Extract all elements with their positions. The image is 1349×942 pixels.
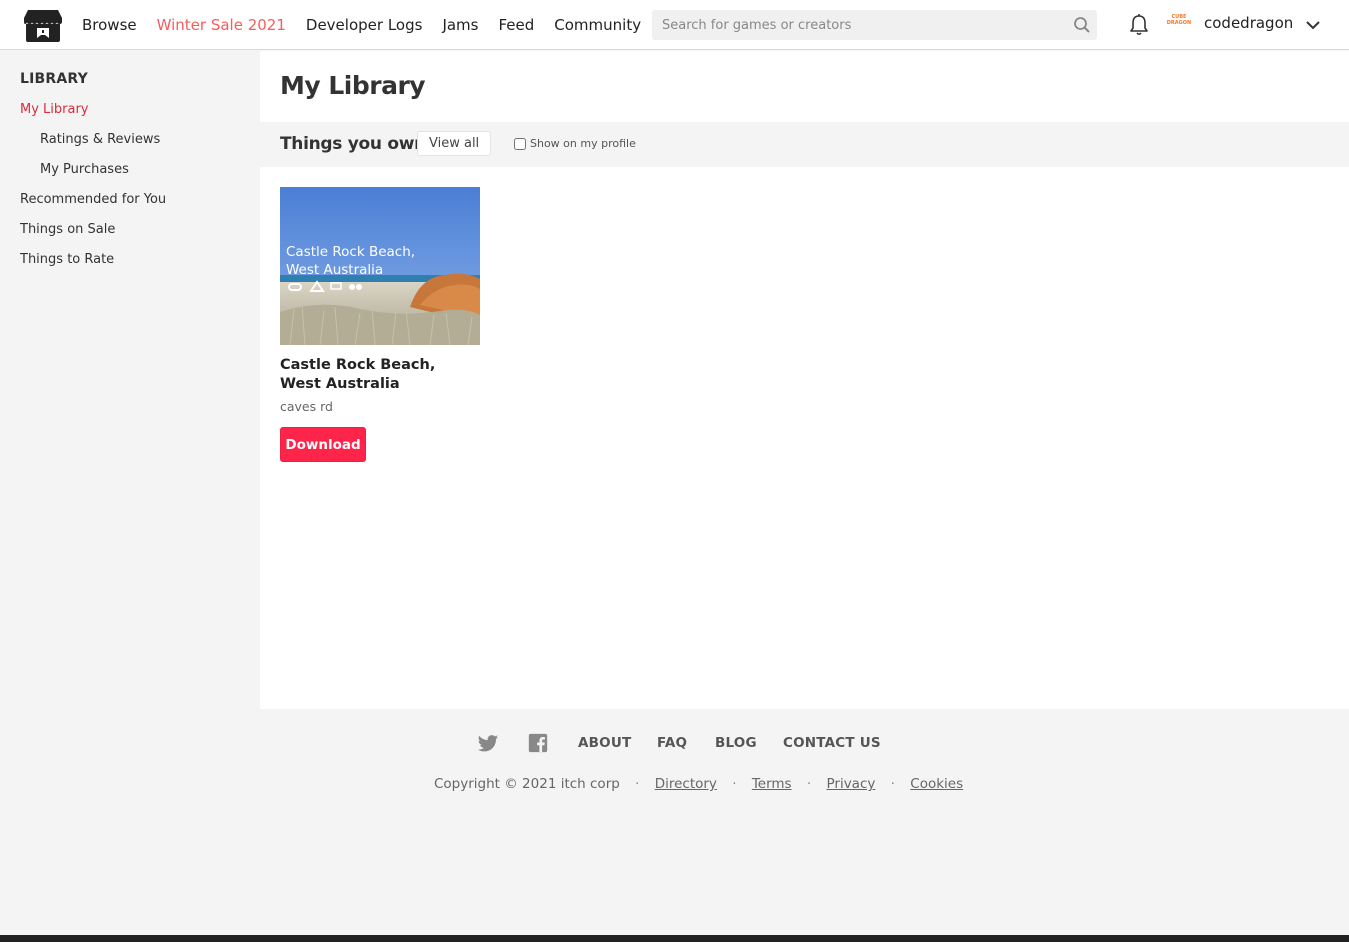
sidebar-item-my-purchases[interactable]: My Purchases (40, 162, 129, 177)
thumbnail-caption-line2: West Australia (286, 262, 384, 278)
footer-copyright-row: Copyright © 2021 itch corp · Directory ·… (434, 776, 963, 792)
facebook-icon[interactable] (527, 732, 549, 754)
search-box (652, 10, 1097, 40)
nav-winter-sale[interactable]: Winter Sale 2021 (157, 16, 286, 34)
main-nav: Browse Winter Sale 2021 Developer Logs J… (82, 0, 661, 50)
search-input[interactable] (652, 10, 1067, 40)
sidebar-item-ratings-reviews[interactable]: Ratings & Reviews (40, 132, 160, 147)
game-title-link[interactable]: Castle Rock Beach, West Australia (280, 356, 480, 394)
main-content: My Library Things you own View all Show … (260, 51, 1349, 709)
footer-cookies-link[interactable]: Cookies (910, 776, 963, 792)
nav-community[interactable]: Community (554, 16, 641, 34)
top-header: Browse Winter Sale 2021 Developer Logs J… (0, 0, 1349, 50)
nav-developer-logs[interactable]: Developer Logs (306, 16, 423, 34)
footer-privacy-link[interactable]: Privacy (826, 776, 875, 792)
download-button[interactable]: Download (280, 427, 366, 462)
username[interactable]: codedragon (1204, 14, 1293, 32)
thumbnail-caption: Castle Rock Beach, West Australia (286, 243, 415, 279)
sidebar-item-recommended[interactable]: Recommended for You (20, 192, 166, 207)
game-thumbnail[interactable]: Castle Rock Beach, West Australia (280, 187, 480, 345)
footer-blog-link[interactable]: BLOG (715, 735, 757, 751)
footer-terms-link[interactable]: Terms (752, 776, 792, 792)
sidebar-item-my-library[interactable]: My Library (20, 102, 89, 117)
nav-browse[interactable]: Browse (82, 16, 137, 34)
itch-logo-icon[interactable] (23, 7, 63, 43)
footer-contact-link[interactable]: CONTACT US (783, 735, 881, 751)
copyright-text: Copyright © 2021 itch corp (434, 776, 620, 792)
show-on-profile-text: Show on my profile (530, 137, 636, 150)
separator-dot: · (890, 776, 895, 792)
footer-about-link[interactable]: ABOUT (578, 735, 631, 751)
show-on-profile-label[interactable]: Show on my profile (514, 137, 636, 150)
section-title: Things you own (280, 134, 426, 154)
nav-feed[interactable]: Feed (498, 16, 534, 34)
separator-dot: · (806, 776, 812, 792)
chevron-down-icon[interactable] (1305, 17, 1321, 33)
search-icon[interactable] (1067, 10, 1097, 40)
twitter-icon[interactable] (477, 732, 499, 754)
sidebar-item-things-to-rate[interactable]: Things to Rate (20, 252, 114, 267)
separator-dot: · (732, 776, 737, 792)
page-title: My Library (280, 71, 426, 100)
view-all-button[interactable]: View all (417, 131, 492, 156)
separator-dot: · (635, 776, 640, 792)
footer-faq-link[interactable]: FAQ (657, 735, 687, 751)
sidebar-heading: LIBRARY (20, 71, 88, 87)
section-header: Things you own View all Show on my profi… (260, 122, 1349, 167)
notifications-bell-icon[interactable] (1128, 13, 1150, 37)
sidebar-item-things-on-sale[interactable]: Things on Sale (20, 222, 115, 237)
nav-jams[interactable]: Jams (442, 16, 478, 34)
thumbnail-caption-line1: Castle Rock Beach, (286, 244, 416, 260)
game-card: Castle Rock Beach, West Australia Castle… (280, 187, 480, 462)
footer-directory-link[interactable]: Directory (655, 776, 717, 792)
show-on-profile-checkbox[interactable] (514, 137, 526, 150)
user-avatar[interactable]: CUBE DRAGON (1166, 14, 1192, 34)
bottom-edge-bar (0, 935, 1349, 942)
game-author-link[interactable]: caves rd (280, 399, 333, 414)
library-sidebar: LIBRARY My Library Ratings & Reviews My … (0, 51, 260, 935)
